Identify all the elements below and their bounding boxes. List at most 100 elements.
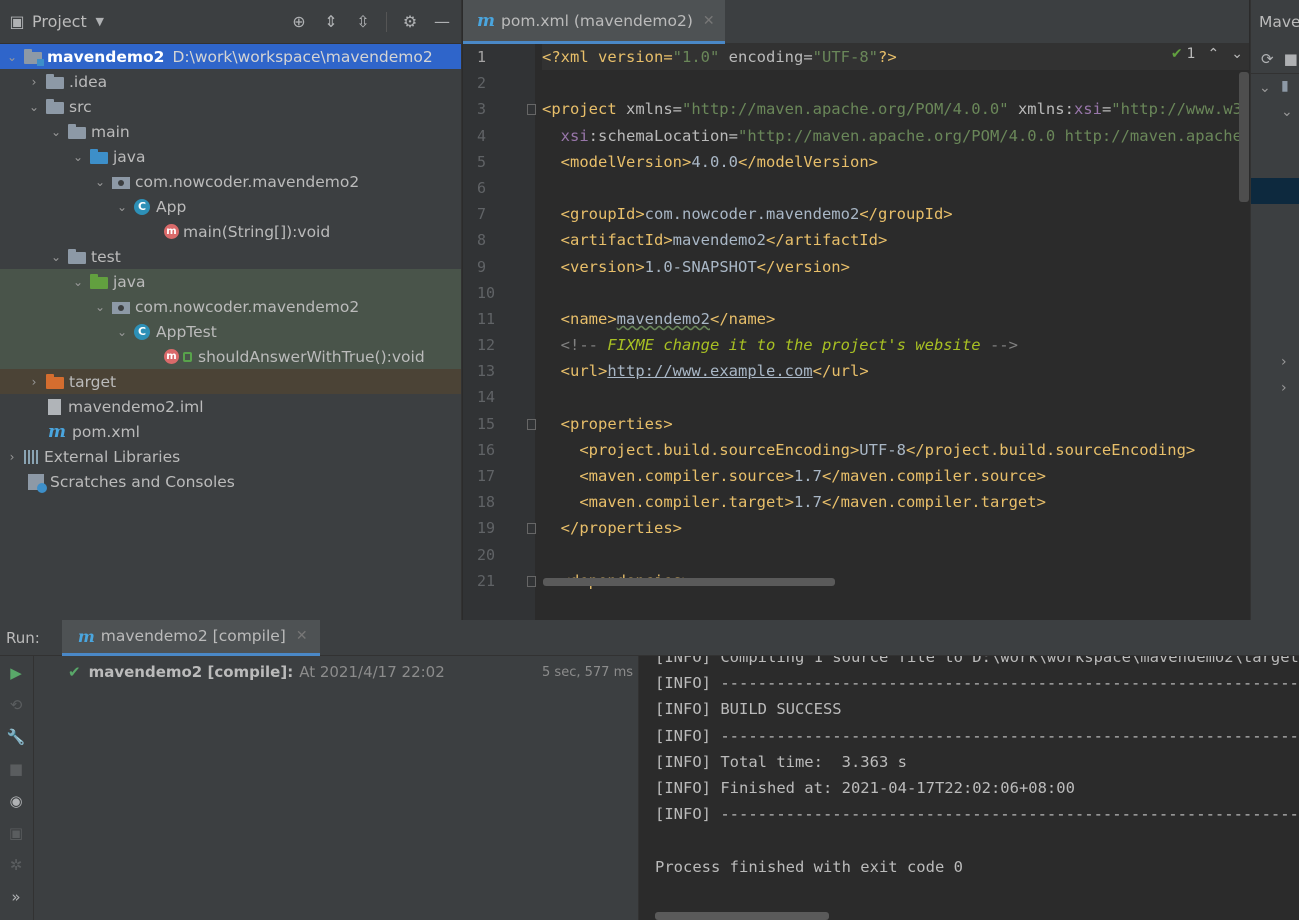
- chevron-down-icon[interactable]: ⌄: [70, 275, 86, 289]
- gear-icon[interactable]: ⚙: [401, 12, 419, 31]
- chevron-down-icon[interactable]: ⌄: [114, 200, 130, 214]
- maven-toolbar: ⟳ ■: [1251, 44, 1299, 74]
- project-tree: ⌄ mavendemo2 D:\work\workspace\mavendemo…: [0, 44, 461, 494]
- test-folder-icon: [90, 273, 108, 289]
- code-line: <modelVersion>4.0.0</modelVersion>: [560, 152, 878, 171]
- tree-node-target[interactable]: › target: [0, 369, 461, 394]
- refresh-icon[interactable]: ⟳: [1261, 50, 1274, 68]
- tree-node-main-method[interactable]: m main(String[]):void: [0, 219, 461, 244]
- chevron-right-icon[interactable]: ›: [26, 75, 42, 89]
- fold-icon[interactable]: [527, 418, 536, 430]
- code-line: <name>mavendemo2</name>: [560, 309, 776, 328]
- folder-icon[interactable]: ■: [1284, 50, 1298, 68]
- code-area[interactable]: <?xml version="1.0" encoding="UTF-8"?> <…: [542, 44, 1249, 620]
- stop-icon[interactable]: ■: [7, 760, 25, 778]
- chevron-up-icon[interactable]: ⌃: [1208, 46, 1220, 62]
- pause-icon[interactable]: ⟲: [7, 696, 25, 714]
- tree-node-module[interactable]: ⌄ mavendemo2 D:\work\workspace\mavendemo…: [0, 44, 461, 69]
- camera-icon[interactable]: ▣: [7, 824, 25, 842]
- console-horizontal-scrollbar[interactable]: [655, 912, 829, 920]
- line-number: 17: [477, 467, 496, 485]
- line-number: 13: [477, 362, 496, 381]
- line-number: 7: [477, 205, 487, 224]
- chevron-right-icon[interactable]: ›: [26, 375, 42, 389]
- chevron-down-icon[interactable]: ⌄: [114, 325, 130, 339]
- fold-icon[interactable]: [527, 575, 536, 587]
- vertical-scrollbar[interactable]: [1239, 72, 1249, 202]
- fold-icon[interactable]: [527, 523, 536, 535]
- tree-node-label: java: [113, 272, 146, 291]
- fold-icon[interactable]: [527, 104, 536, 116]
- code-line: <project xmlns="http://maven.apache.org/…: [542, 100, 1249, 119]
- tree-node-label: com.nowcoder.mavendemo2: [135, 172, 360, 191]
- tree-node-label: mavendemo2: [47, 47, 165, 66]
- wrench-icon[interactable]: 🔧: [7, 728, 26, 746]
- tree-node-test-package[interactable]: ⌄ com.nowcoder.mavendemo2: [0, 294, 461, 319]
- chevron-down-icon[interactable]: ⌄: [48, 250, 64, 264]
- console-line: Process finished with exit code 0: [655, 857, 963, 876]
- run-label: Run:: [6, 628, 40, 647]
- close-icon[interactable]: ✕: [296, 628, 308, 644]
- chevron-down-icon[interactable]: ⌄: [1259, 80, 1271, 96]
- collapse-all-icon[interactable]: ⇳: [354, 12, 372, 31]
- chevron-down-icon[interactable]: ⌄: [92, 175, 108, 189]
- chevron-down-icon[interactable]: ⌄: [1231, 46, 1243, 62]
- code-line: <url>http://www.example.com</url>: [560, 362, 869, 381]
- pin-icon[interactable]: ✲: [7, 856, 25, 874]
- tree-node-main[interactable]: ⌄ main: [0, 119, 461, 144]
- code-line: <artifactId>mavendemo2</artifactId>: [560, 231, 888, 250]
- expand-all-icon[interactable]: ⇕: [322, 12, 340, 31]
- tree-node-label: target: [69, 372, 117, 391]
- console-line: [INFO] ---------------------------------…: [655, 674, 1299, 693]
- close-icon[interactable]: ✕: [703, 13, 715, 29]
- maven-selected-row[interactable]: [1251, 178, 1299, 204]
- project-view-icon: ▣: [9, 12, 25, 31]
- tree-node-pom[interactable]: m pom.xml: [0, 419, 461, 444]
- maven-file-icon: m: [477, 10, 495, 31]
- tree-node-iml[interactable]: mavendemo2.iml: [0, 394, 461, 419]
- tree-node-label: External Libraries: [44, 447, 181, 466]
- project-view-selector[interactable]: Project: [32, 12, 87, 31]
- chevron-down-icon[interactable]: ⌄: [4, 50, 20, 64]
- tree-node-main-package[interactable]: ⌄ com.nowcoder.mavendemo2: [0, 169, 461, 194]
- horizontal-scrollbar[interactable]: [543, 578, 835, 586]
- run-result-row[interactable]: ✔ mavendemo2 [compile]: At 2021/4/17 22:…: [68, 660, 633, 684]
- chevron-down-icon[interactable]: ⌄: [70, 150, 86, 164]
- editor-tabs: m pom.xml (mavendemo2) ✕: [463, 0, 1249, 44]
- chevron-down-icon[interactable]: ⌄: [48, 125, 64, 139]
- crosshair-icon[interactable]: ⊕: [290, 12, 308, 31]
- public-access-icon: [183, 351, 192, 362]
- chevron-down-icon[interactable]: ⌄: [1281, 104, 1293, 120]
- minimize-icon[interactable]: —: [433, 12, 451, 31]
- run-results-tree: ✔ mavendemo2 [compile]: At 2021/4/17 22:…: [33, 656, 637, 920]
- tree-node-scratches[interactable]: Scratches and Consoles: [0, 469, 461, 494]
- line-number: 6: [477, 178, 487, 197]
- chevron-right-icon[interactable]: ›: [4, 450, 20, 464]
- tree-node-label: AppTest: [156, 322, 217, 341]
- url-link[interactable]: http://www.example.com: [607, 362, 812, 380]
- chevron-down-icon[interactable]: ⌄: [92, 300, 108, 314]
- tab-pom-xml[interactable]: m pom.xml (mavendemo2) ✕: [463, 0, 725, 44]
- tree-node-src[interactable]: ⌄ src: [0, 94, 461, 119]
- tab-run-config[interactable]: m mavendemo2 [compile] ✕: [61, 619, 320, 656]
- more-icon[interactable]: »: [7, 888, 25, 906]
- line-number: 4: [477, 126, 487, 145]
- eye-icon[interactable]: ◉: [7, 792, 25, 810]
- console-output[interactable]: [INFO] Compiling 1 source file to D:\wor…: [638, 656, 1299, 920]
- tree-node-test-method[interactable]: m shouldAnswerWithTrue():void: [0, 344, 461, 369]
- tree-node-test-java[interactable]: ⌄ java: [0, 269, 461, 294]
- tree-node-external-libraries[interactable]: › External Libraries: [0, 444, 461, 469]
- tree-node-idea[interactable]: › .idea: [0, 69, 461, 94]
- tree-node-main-java[interactable]: ⌄ java: [0, 144, 461, 169]
- chevron-down-icon[interactable]: ▼: [91, 13, 109, 31]
- tree-node-apptest[interactable]: ⌄ C AppTest: [0, 319, 461, 344]
- rerun-icon[interactable]: ▶: [7, 664, 25, 682]
- inspection-widget[interactable]: ✔ 1 ⌃ ⌄: [1171, 46, 1243, 62]
- chevron-right-icon[interactable]: ›: [1281, 354, 1287, 370]
- tab-label: mavendemo2 [compile]: [100, 627, 286, 645]
- tree-node-test[interactable]: ⌄ test: [0, 244, 461, 269]
- chevron-down-icon[interactable]: ⌄: [26, 100, 42, 114]
- chevron-right-icon[interactable]: ›: [1281, 380, 1287, 396]
- tree-node-app[interactable]: ⌄ C App: [0, 194, 461, 219]
